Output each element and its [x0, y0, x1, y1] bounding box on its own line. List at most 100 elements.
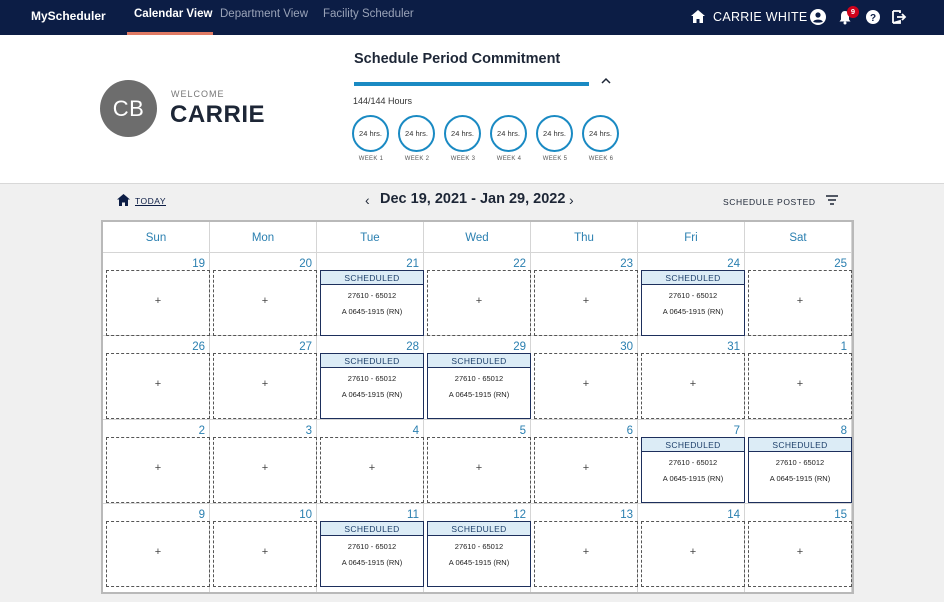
calendar-day-cell: 8 SCHEDULED 27610 - 65012 A 0645-1915 (RN): [745, 420, 852, 504]
plus-icon: +: [582, 462, 590, 474]
profile-header: CB WELCOME CARRIE Schedule Period Commit…: [0, 35, 944, 184]
week-item: 24 hrs. WEEK 5: [536, 115, 574, 162]
plus-icon: +: [582, 295, 590, 307]
day-of-week-label: Mon: [210, 222, 317, 253]
calendar-day-cell: 23 +: [531, 253, 638, 336]
plus-icon: +: [796, 378, 804, 390]
shift-status: SCHEDULED: [749, 438, 851, 452]
plus-icon: +: [368, 462, 376, 474]
week-hours-circle[interactable]: 24 hrs.: [490, 115, 527, 152]
add-shift-slot[interactable]: +: [534, 437, 638, 503]
user-circle-icon[interactable]: [810, 9, 826, 25]
nav-facility-scheduler[interactable]: Facility Scheduler: [323, 8, 414, 20]
add-shift-slot[interactable]: +: [534, 353, 638, 419]
plus-icon: +: [582, 546, 590, 558]
add-shift-slot[interactable]: +: [534, 270, 638, 336]
shift-time: A 0645-1915 (RN): [662, 474, 724, 483]
day-number: 25: [834, 258, 847, 270]
day-number: 8: [840, 425, 847, 437]
calendar-day-cell: 31 +: [638, 336, 745, 420]
shift-status: SCHEDULED: [321, 354, 423, 368]
add-shift-slot[interactable]: +: [748, 353, 852, 419]
week-hours-circle[interactable]: 24 hrs.: [582, 115, 619, 152]
add-shift-slot[interactable]: +: [427, 270, 531, 336]
plus-icon: +: [154, 295, 162, 307]
add-shift-slot[interactable]: +: [427, 437, 531, 503]
next-period-button[interactable]: ›: [569, 192, 574, 208]
shift-code: 27610 - 65012: [775, 458, 825, 467]
logout-icon[interactable]: [892, 10, 907, 24]
user-name[interactable]: CARRIE WHITE: [713, 10, 808, 24]
nav-calendar-view[interactable]: Calendar View: [134, 8, 212, 20]
calendar-day-cell: 14 +: [638, 504, 745, 592]
add-shift-slot[interactable]: +: [213, 353, 317, 419]
week-label: WEEK 2: [404, 156, 430, 162]
plus-icon: +: [689, 378, 697, 390]
add-shift-slot[interactable]: +: [106, 437, 210, 503]
chevron-up-icon[interactable]: [600, 76, 612, 86]
scheduled-shift-card[interactable]: SCHEDULED 27610 - 65012 A 0645-1915 (RN): [427, 521, 531, 587]
week-hours-circle[interactable]: 24 hrs.: [352, 115, 389, 152]
week-label: WEEK 3: [450, 156, 476, 162]
week-hours-circle[interactable]: 24 hrs.: [398, 115, 435, 152]
day-number: 2: [198, 425, 205, 437]
scheduled-shift-card[interactable]: SCHEDULED 27610 - 65012 A 0645-1915 (RN): [641, 437, 745, 503]
add-shift-slot[interactable]: +: [748, 270, 852, 336]
add-shift-slot[interactable]: +: [641, 353, 745, 419]
plus-icon: +: [261, 546, 269, 558]
welcome-label: WELCOME: [171, 89, 225, 99]
app-brand[interactable]: MyScheduler: [31, 9, 106, 23]
commitment-progress-bar: [354, 82, 589, 86]
today-link[interactable]: TODAY: [135, 196, 166, 206]
prev-period-button[interactable]: ‹: [365, 192, 370, 208]
day-number: 6: [626, 425, 633, 437]
calendar-day-cell: 12 SCHEDULED 27610 - 65012 A 0645-1915 (RN): [424, 504, 531, 592]
home-icon[interactable]: [117, 194, 130, 206]
plus-icon: +: [154, 546, 162, 558]
day-of-week-label: Wed: [424, 222, 531, 253]
add-shift-slot[interactable]: +: [748, 521, 852, 587]
add-shift-slot[interactable]: +: [213, 437, 317, 503]
nav-department-view[interactable]: Department View: [220, 8, 308, 20]
shift-code: 27610 - 65012: [347, 291, 397, 300]
scheduled-shift-card[interactable]: SCHEDULED 27610 - 65012 A 0645-1915 (RN): [320, 521, 424, 587]
calendar-day-cell: 13 +: [531, 504, 638, 592]
avatar: CB: [100, 80, 157, 137]
calendar-day-cell: 21 SCHEDULED 27610 - 65012 A 0645-1915 (RN): [317, 253, 424, 336]
calendar-day-cell: 7 SCHEDULED 27610 - 65012 A 0645-1915 (RN): [638, 420, 745, 504]
week-hours-circle[interactable]: 24 hrs.: [536, 115, 573, 152]
week-item: 24 hrs. WEEK 1: [352, 115, 390, 162]
day-number: 3: [305, 425, 312, 437]
filter-icon[interactable]: [826, 195, 838, 205]
add-shift-slot[interactable]: +: [534, 521, 638, 587]
add-shift-slot[interactable]: +: [106, 353, 210, 419]
week-label: WEEK 6: [588, 156, 614, 162]
day-of-week-label: Fri: [638, 222, 745, 253]
week-item: 24 hrs. WEEK 3: [444, 115, 482, 162]
scheduled-shift-card[interactable]: SCHEDULED 27610 - 65012 A 0645-1915 (RN): [641, 270, 745, 336]
add-shift-slot[interactable]: +: [106, 521, 210, 587]
add-shift-slot[interactable]: +: [106, 270, 210, 336]
scheduled-shift-card[interactable]: SCHEDULED 27610 - 65012 A 0645-1915 (RN): [320, 270, 424, 336]
week-item: 24 hrs. WEEK 6: [582, 115, 620, 162]
day-number: 24: [727, 258, 740, 270]
calendar-day-cell: 30 +: [531, 336, 638, 420]
scheduled-shift-card[interactable]: SCHEDULED 27610 - 65012 A 0645-1915 (RN): [427, 353, 531, 419]
scheduled-shift-card[interactable]: SCHEDULED 27610 - 65012 A 0645-1915 (RN): [320, 353, 424, 419]
add-shift-slot[interactable]: +: [320, 437, 424, 503]
shift-time: A 0645-1915 (RN): [448, 390, 510, 399]
add-shift-slot[interactable]: +: [213, 521, 317, 587]
day-number: 11: [407, 509, 419, 521]
add-shift-slot[interactable]: +: [213, 270, 317, 336]
home-icon[interactable]: [691, 10, 705, 23]
day-number: 5: [519, 425, 526, 437]
calendar-day-cell: 10 +: [210, 504, 317, 592]
shift-code: 27610 - 65012: [454, 374, 504, 383]
calendar-day-cell: 22 +: [424, 253, 531, 336]
calendar-day-cell: 3 +: [210, 420, 317, 504]
week-hours-circle[interactable]: 24 hrs.: [444, 115, 481, 152]
help-icon[interactable]: ?: [866, 10, 880, 24]
commitment-title: Schedule Period Commitment: [354, 51, 561, 67]
scheduled-shift-card[interactable]: SCHEDULED 27610 - 65012 A 0645-1915 (RN): [748, 437, 852, 503]
add-shift-slot[interactable]: +: [641, 521, 745, 587]
